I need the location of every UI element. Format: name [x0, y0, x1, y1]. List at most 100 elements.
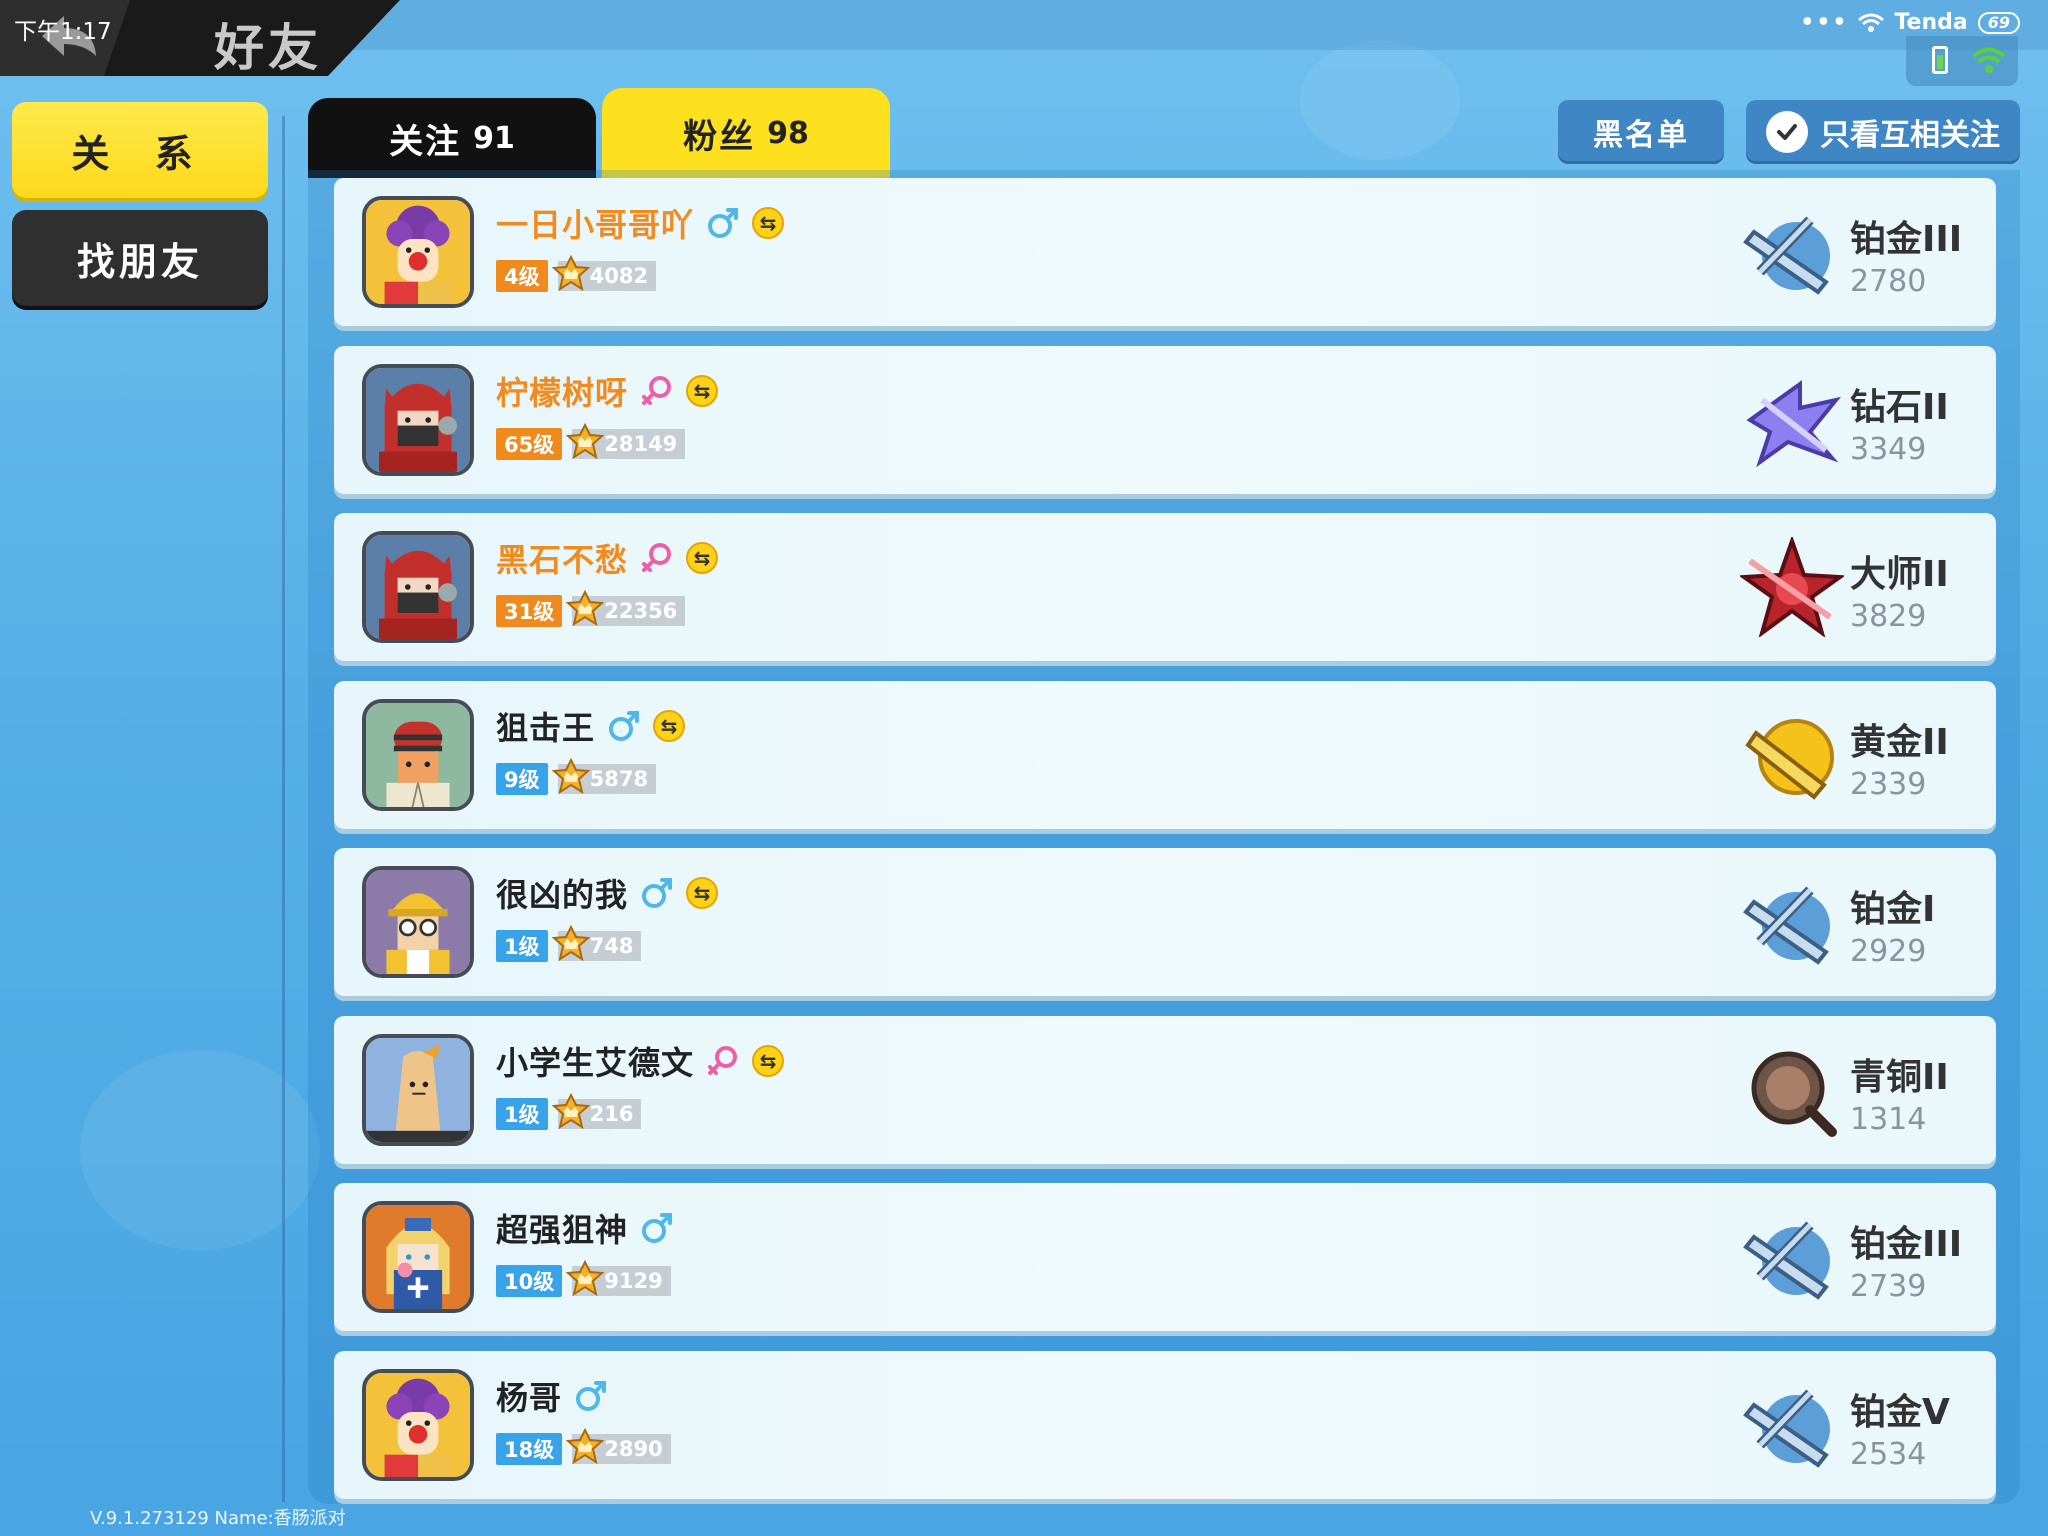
level-badge: 1级 [496, 1098, 548, 1130]
friend-card[interactable]: 小学生艾德文 ⇆ 1级 216 青铜II 1314 [334, 1016, 1996, 1164]
avatar[interactable] [362, 196, 474, 308]
rank-name: 大师II [1850, 554, 1949, 595]
score-value: 748 [589, 934, 634, 958]
friend-card[interactable]: 狙击王 ⇆ 9级 5878 黄金II 2339 [334, 681, 1996, 829]
rank-name: 铂金III [1850, 219, 1963, 260]
friend-card[interactable]: 黑石不愁 ⇆ 31级 22356 大师II 3829 [334, 513, 1996, 661]
background-decoration [1300, 40, 1460, 160]
rank-name: 铂金V [1850, 1392, 1950, 1433]
name-row: 杨哥 [496, 1373, 608, 1419]
score-value: 2890 [604, 1437, 663, 1461]
score-badge: 748 [551, 924, 642, 962]
avatar[interactable] [362, 531, 474, 643]
avatar[interactable] [362, 364, 474, 476]
male-icon [607, 709, 641, 743]
level-badge: 18级 [496, 1433, 563, 1465]
system-status: ••• Tenda 69 [1800, 10, 2020, 35]
rank-name: 青铜II [1850, 1057, 1949, 1098]
mutual-follow-icon: ⇆ [686, 542, 719, 574]
rank-name: 钻石II [1850, 387, 1949, 428]
score-badge: 2890 [565, 1427, 671, 1465]
score-badge: 216 [551, 1092, 642, 1130]
mutual-only-toggle[interactable]: 只看互相关注 [1746, 100, 2020, 164]
device-status-box [1906, 36, 2018, 86]
name-row: 柠檬树呀 ⇆ [496, 368, 719, 414]
friend-card[interactable]: 杨哥 18级 2890 铂金V 2534 [334, 1351, 1996, 1499]
tab-follow[interactable]: 关注 91 [308, 98, 596, 178]
wifi-icon [1858, 13, 1885, 32]
name-row: 狙击王 ⇆ [496, 703, 686, 749]
avatar[interactable] [362, 1201, 474, 1313]
friend-card[interactable]: 很凶的我 ⇆ 1级 748 铂金I 2929 [334, 848, 1996, 996]
name-row: 超强狙神 [496, 1205, 674, 1251]
more-dots: ••• [1800, 10, 1849, 35]
crown-icon [565, 1259, 605, 1297]
avatar[interactable] [362, 699, 474, 811]
male-icon [640, 876, 674, 910]
rank-points: 2780 [1850, 264, 1927, 299]
platinum-emblem-icon [1740, 202, 1844, 302]
score-badge: 22356 [565, 589, 686, 627]
tab-fans[interactable]: 粉丝 98 [602, 88, 890, 178]
level-badge: 31级 [496, 595, 563, 627]
tab-count: 98 [767, 115, 809, 151]
rank-points: 2339 [1850, 767, 1927, 802]
page-title: 好友 [214, 19, 322, 77]
meta-row: 31级 22356 [496, 589, 686, 627]
male-icon [574, 1379, 608, 1413]
version-footer: V.9.1.273129 Name:香肠派对 [90, 1508, 346, 1529]
mutual-only-label: 只看互相关注 [1820, 118, 2000, 153]
name-row: 一日小哥哥吖 ⇆ [496, 200, 785, 246]
friend-card[interactable]: 超强狙神 10级 9129 铂金III 2739 [334, 1183, 1996, 1331]
score-badge: 5878 [551, 757, 657, 795]
bronze-emblem-icon [1740, 1040, 1844, 1140]
female-icon [640, 374, 674, 408]
status-time: 下午1:17 [14, 19, 112, 45]
avatar[interactable] [362, 1369, 474, 1481]
friend-name: 黑石不愁 [496, 541, 629, 579]
mutual-follow-icon: ⇆ [752, 1045, 785, 1077]
network-name: Tenda [1894, 10, 1968, 35]
meta-row: 9级 5878 [496, 757, 657, 795]
friend-name: 超强狙神 [496, 1211, 629, 1249]
male-icon [706, 206, 740, 240]
rank-points: 1314 [1850, 1102, 1927, 1137]
friend-card[interactable]: 一日小哥哥吖 ⇆ 4级 4082 铂金III 2780 [334, 178, 1996, 326]
score-value: 216 [589, 1102, 634, 1126]
mutual-follow-icon: ⇆ [686, 375, 719, 407]
gold-emblem-icon [1740, 705, 1844, 805]
level-badge: 9级 [496, 763, 548, 795]
avatar[interactable] [362, 1034, 474, 1146]
nav-find-friends-button[interactable]: 找朋友 [12, 210, 268, 306]
friend-card[interactable]: 柠檬树呀 ⇆ 65级 28149 钻石II 3349 [334, 346, 1996, 494]
rank-points: 3349 [1850, 432, 1927, 467]
female-icon [640, 541, 674, 575]
score-badge: 4082 [551, 254, 657, 292]
rank-points: 2739 [1850, 1269, 1927, 1304]
meta-row: 4级 4082 [496, 254, 657, 292]
female-icon [706, 1044, 740, 1078]
master-emblem-icon [1738, 534, 1846, 639]
friend-name: 杨哥 [496, 1379, 563, 1417]
rank-points: 2929 [1850, 934, 1927, 969]
score-value: 9129 [604, 1269, 663, 1293]
crown-icon [551, 757, 591, 795]
male-icon [640, 1211, 674, 1245]
crown-icon [565, 1427, 605, 1465]
mutual-follow-icon: ⇆ [653, 710, 686, 742]
platinum-emblem-icon [1740, 1207, 1844, 1307]
blacklist-button[interactable]: 黑名单 [1558, 100, 1724, 164]
meta-row: 10级 9129 [496, 1259, 671, 1297]
score-value: 4082 [589, 264, 649, 288]
crown-icon [551, 254, 591, 292]
meta-row: 65级 28149 [496, 422, 686, 460]
nav-relation-button[interactable]: 关 系 [12, 102, 268, 198]
name-row: 小学生艾德文 ⇆ [496, 1038, 785, 1084]
signal-icon [1972, 47, 2006, 73]
level-badge: 1级 [496, 930, 548, 962]
avatar[interactable] [362, 866, 474, 978]
rank-name: 黄金II [1850, 722, 1949, 763]
meta-row: 1级 748 [496, 924, 642, 962]
name-row: 黑石不愁 ⇆ [496, 535, 719, 581]
friend-name: 小学生艾德文 [496, 1044, 695, 1082]
